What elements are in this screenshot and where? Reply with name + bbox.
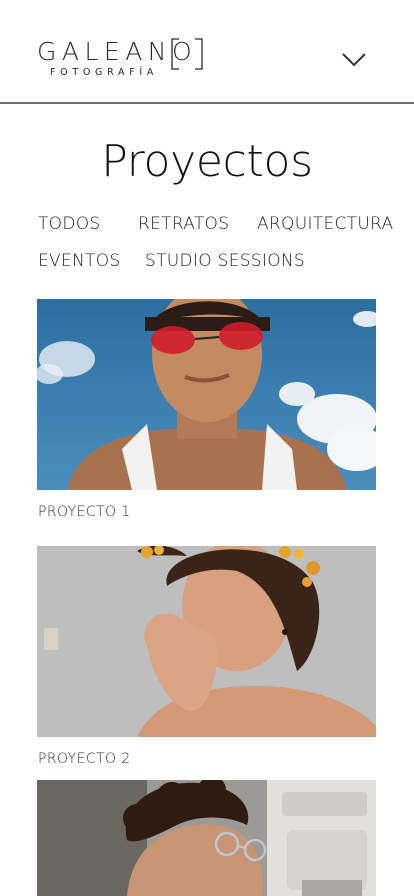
filter-retratos[interactable]: RETRATOS xyxy=(138,214,229,234)
filter-studio-sessions[interactable]: STUDIO SESSIONS xyxy=(145,251,305,271)
page-title: Proyectos xyxy=(101,136,313,187)
filter-arquitectura[interactable]: ARQUITECTURA xyxy=(257,214,393,234)
header-divider xyxy=(0,102,414,104)
filter-todos[interactable]: TODOS xyxy=(38,214,101,234)
project-1-label[interactable]: PROYECTO 1 xyxy=(38,503,131,521)
logo-bracket-mark xyxy=(171,38,203,70)
project-3-image[interactable] xyxy=(37,780,376,896)
project-2-image[interactable] xyxy=(37,546,376,737)
brand-logo[interactable]: GALEANO FOTOGRAFÍA xyxy=(37,38,207,82)
site-header: GALEANO FOTOGRAFÍA xyxy=(0,0,414,104)
project-2-label[interactable]: PROYECTO 2 xyxy=(38,750,131,768)
brand-subtitle: FOTOGRAFÍA xyxy=(50,67,159,78)
filter-eventos[interactable]: EVENTOS xyxy=(38,251,121,271)
chevron-down-icon[interactable] xyxy=(338,48,370,70)
project-1-image[interactable] xyxy=(37,299,376,490)
